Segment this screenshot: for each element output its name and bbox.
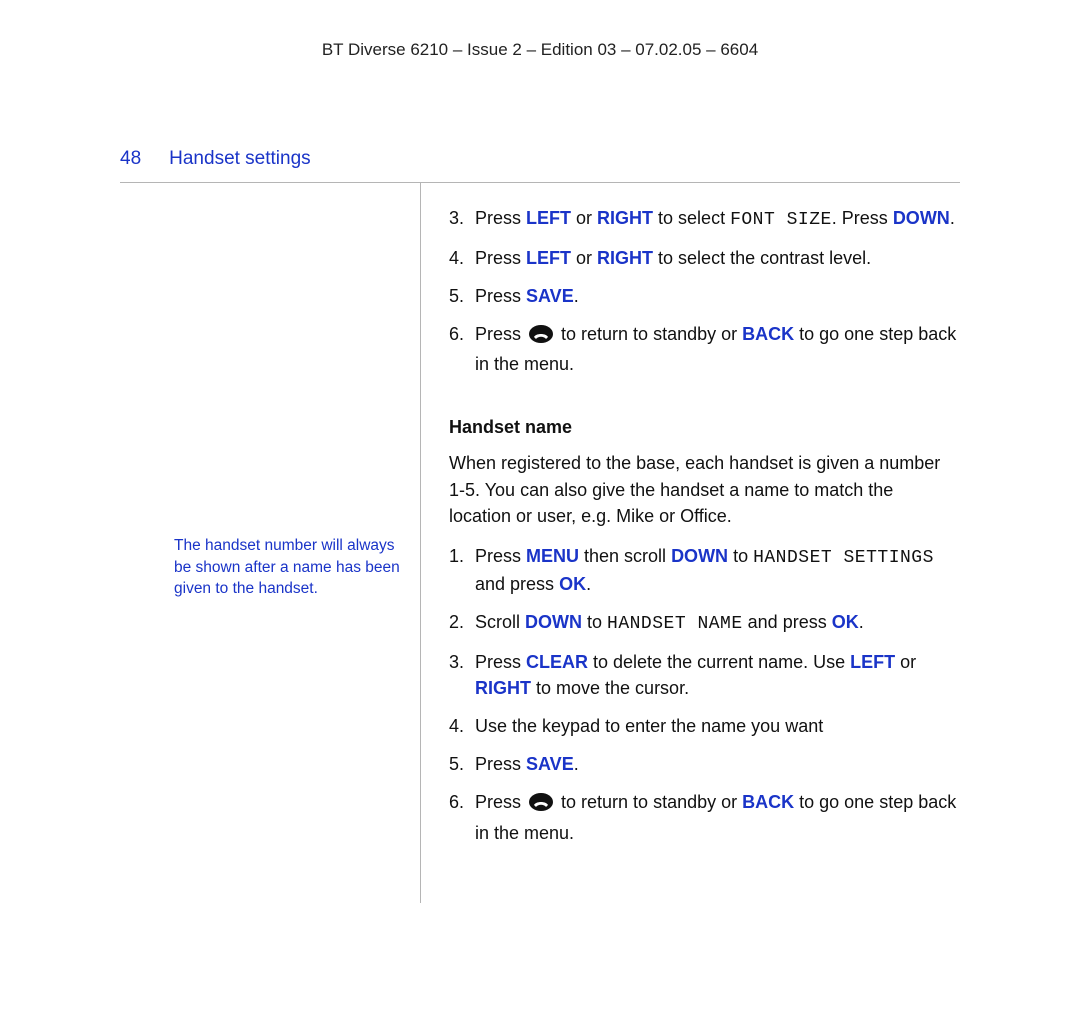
text-fragment: Press (475, 208, 526, 228)
section-header: 48 Handset settings (120, 148, 960, 170)
list-text: Press SAVE. (475, 283, 960, 309)
instruction-list-continued: 3. Press LEFT or RIGHT to select FONT SI… (449, 205, 960, 377)
key-left: LEFT (526, 208, 571, 228)
subsection-heading: Handset name (449, 417, 960, 438)
text-fragment: . Press (832, 208, 893, 228)
key-left: LEFT (526, 248, 571, 268)
list-text: Scroll DOWN to HANDSET NAME and press OK… (475, 609, 960, 637)
key-right: RIGHT (597, 248, 653, 268)
instruction-item: 6. Press to return to standby or BACK to… (449, 789, 960, 845)
text-fragment: then scroll (579, 546, 671, 566)
list-number: 2. (449, 609, 475, 637)
key-down: DOWN (893, 208, 950, 228)
key-left: LEFT (850, 652, 895, 672)
key-back: BACK (742, 792, 794, 812)
handset-name-intro: When registered to the base, each handse… (449, 450, 960, 528)
screen-text-font-size: FONT SIZE (730, 210, 832, 230)
key-down: DOWN (525, 612, 582, 632)
instruction-item: 3. Press LEFT or RIGHT to select FONT SI… (449, 205, 960, 233)
text-fragment: . (574, 754, 579, 774)
manual-page: BT Diverse 6210 – Issue 2 – Edition 03 –… (0, 0, 1080, 1025)
text-fragment: Scroll (475, 612, 525, 632)
list-text: Use the keypad to enter the name you wan… (475, 713, 960, 739)
list-text: Press LEFT or RIGHT to select FONT SIZE.… (475, 205, 960, 233)
end-call-icon (528, 324, 554, 351)
list-number: 6. (449, 789, 475, 845)
text-fragment: Press (475, 754, 526, 774)
key-clear: CLEAR (526, 652, 588, 672)
list-number: 3. (449, 205, 475, 233)
section-title: Handset settings (169, 148, 311, 170)
key-menu: MENU (526, 546, 579, 566)
key-right: RIGHT (597, 208, 653, 228)
list-text: Press to return to standby or BACK to go… (475, 789, 960, 845)
text-fragment: or (571, 248, 597, 268)
key-ok: OK (832, 612, 859, 632)
text-fragment: to delete the current name. Use (588, 652, 850, 672)
text-fragment: to (582, 612, 607, 632)
key-ok: OK (559, 574, 586, 594)
text-fragment: to move the cursor. (531, 678, 689, 698)
text-fragment: Press (475, 792, 526, 812)
end-call-icon (528, 792, 554, 819)
text-fragment: to select the contrast level. (653, 248, 871, 268)
instruction-item: 3. Press CLEAR to delete the current nam… (449, 649, 960, 701)
text-fragment: and press (743, 612, 832, 632)
list-text: Press to return to standby or BACK to go… (475, 321, 960, 377)
key-save: SAVE (526, 286, 574, 306)
screen-text-handset-settings: HANDSET SETTINGS (753, 548, 934, 568)
two-column-layout: The handset number will always be shown … (120, 183, 960, 903)
list-number: 6. (449, 321, 475, 377)
text-fragment: Press (475, 248, 526, 268)
list-text: Press MENU then scroll DOWN to HANDSET S… (475, 543, 960, 597)
list-number: 1. (449, 543, 475, 597)
text-fragment: Press (475, 546, 526, 566)
instruction-list-handset-name: 1. Press MENU then scroll DOWN to HANDSE… (449, 543, 960, 846)
instruction-item: 5. Press SAVE. (449, 283, 960, 309)
list-number: 4. (449, 713, 475, 739)
key-right: RIGHT (475, 678, 531, 698)
list-number: 5. (449, 283, 475, 309)
list-number: 3. (449, 649, 475, 701)
list-text: Press LEFT or RIGHT to select the contra… (475, 245, 960, 271)
text-fragment: to return to standby or (556, 792, 742, 812)
text-fragment: to select (653, 208, 730, 228)
screen-text-handset-name: HANDSET NAME (607, 614, 743, 634)
text-fragment: to return to standby or (556, 324, 742, 344)
text-fragment: and press (475, 574, 559, 594)
text-fragment: . (586, 574, 591, 594)
text-fragment: Press (475, 652, 526, 672)
margin-notes-column: The handset number will always be shown … (120, 183, 420, 903)
instruction-item: 4. Use the keypad to enter the name you … (449, 713, 960, 739)
instruction-item: 6. Press to return to standby or BACK to… (449, 321, 960, 377)
key-back: BACK (742, 324, 794, 344)
instruction-item: 4. Press LEFT or RIGHT to select the con… (449, 245, 960, 271)
main-content-column: 3. Press LEFT or RIGHT to select FONT SI… (421, 183, 960, 903)
list-number: 4. (449, 245, 475, 271)
text-fragment: . (950, 208, 955, 228)
text-fragment: Press (475, 286, 526, 306)
text-fragment: . (574, 286, 579, 306)
key-down: DOWN (671, 546, 728, 566)
page-number: 48 (120, 148, 141, 170)
text-fragment: or (571, 208, 597, 228)
instruction-item: 5. Press SAVE. (449, 751, 960, 777)
list-text: Press SAVE. (475, 751, 960, 777)
instruction-item: 1. Press MENU then scroll DOWN to HANDSE… (449, 543, 960, 597)
text-fragment: Press (475, 324, 526, 344)
text-fragment: or (895, 652, 916, 672)
list-number: 5. (449, 751, 475, 777)
document-header: BT Diverse 6210 – Issue 2 – Edition 03 –… (120, 40, 960, 60)
instruction-item: 2. Scroll DOWN to HANDSET NAME and press… (449, 609, 960, 637)
margin-note: The handset number will always be shown … (174, 535, 400, 600)
list-text: Press CLEAR to delete the current name. … (475, 649, 960, 701)
key-save: SAVE (526, 754, 574, 774)
text-fragment: . (859, 612, 864, 632)
text-fragment: to (728, 546, 753, 566)
